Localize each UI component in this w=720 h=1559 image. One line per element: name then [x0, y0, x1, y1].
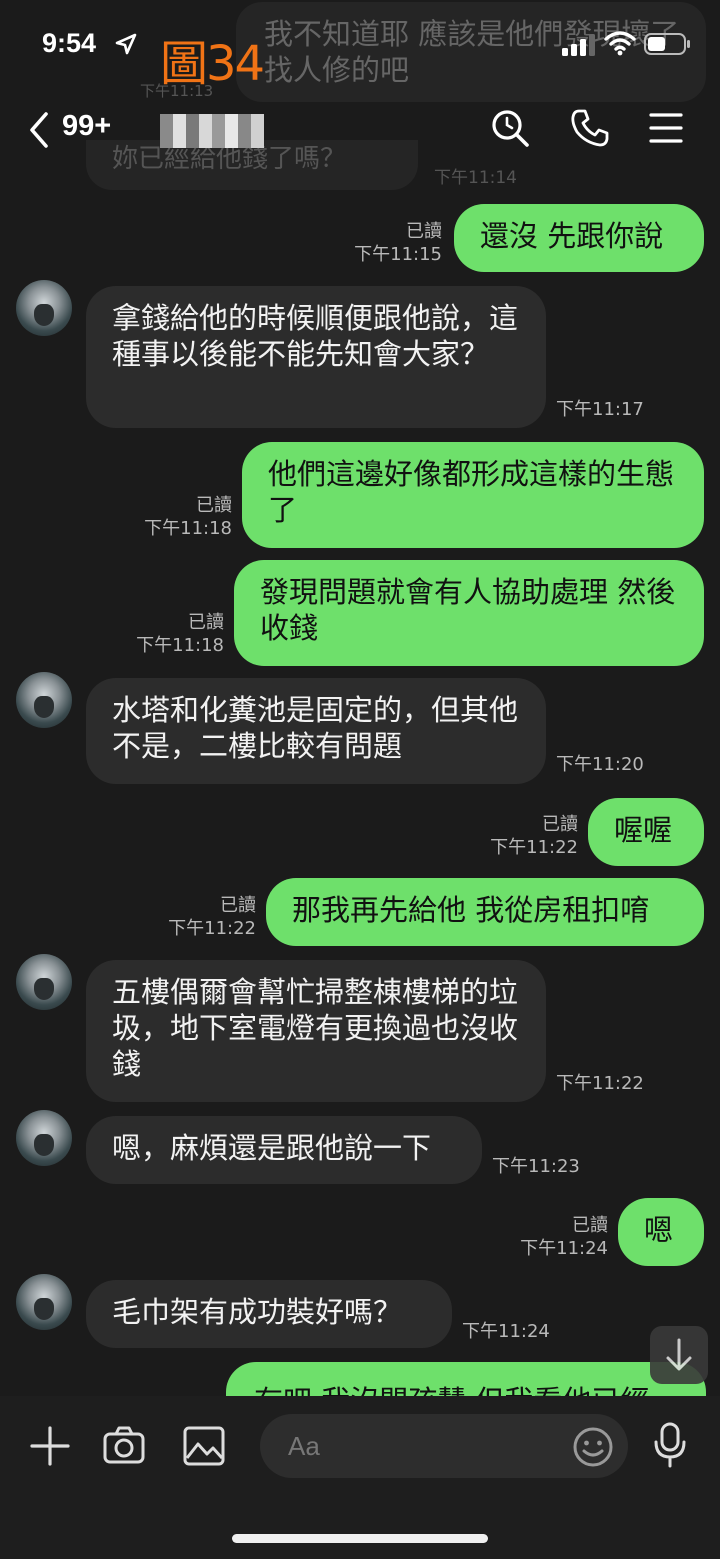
message-time: 下午11:22 [490, 837, 578, 858]
read-receipt: 已讀 [406, 221, 442, 242]
avatar[interactable] [16, 1274, 72, 1330]
ghost-previous-text: 我不知道耶 應該是他們發現壞了 找人修的吧 [264, 17, 680, 87]
message-time: 下午11:24 [520, 1238, 608, 1259]
message-bubble-outgoing[interactable]: 嗯 [618, 1198, 704, 1266]
message-time: 下午11:23 [492, 1156, 580, 1177]
clock: 9:54 [42, 28, 97, 58]
message-bubble-incoming[interactable]: 嗯，麻煩還是跟他說一下 [86, 1116, 482, 1184]
home-indicator [232, 1534, 488, 1543]
chevron-down-icon [666, 1338, 692, 1371]
avatar[interactable] [16, 1110, 72, 1166]
avatar[interactable] [16, 672, 72, 728]
emoji-icon[interactable] [572, 1426, 614, 1468]
message-time: 下午11:15 [354, 244, 442, 265]
message-time: 下午11:18 [136, 635, 224, 656]
ghost-second-time: 下午11:14 [434, 168, 517, 188]
read-receipt: 已讀 [188, 612, 224, 633]
status-bar: 我不知道耶 應該是他們發現壞了 找人修的吧 下午11:13 9:54 圖34 [0, 0, 720, 102]
avatar[interactable] [16, 954, 72, 1010]
avatar[interactable] [16, 280, 72, 336]
read-receipt: 已讀 [220, 895, 256, 916]
message-bubble-outgoing[interactable]: 那我再先給他 我從房租扣唷 [266, 878, 704, 946]
chat-header: 99+ [0, 98, 720, 162]
message-bubble-incoming[interactable]: 水塔和化糞池是固定的，但其他不是，二樓比較有問題 [86, 678, 546, 784]
message-bubble-outgoing[interactable]: 發現問題就會有人協助處理 然後收錢 [234, 560, 704, 666]
message-time: 下午11:20 [556, 754, 644, 775]
message-time: 下午11:22 [556, 1073, 644, 1094]
wifi-icon [604, 31, 636, 56]
read-receipt: 已讀 [542, 814, 578, 835]
search-icon[interactable] [490, 108, 530, 148]
battery-icon [644, 33, 690, 55]
message-bubble-incoming[interactable]: 毛巾架有成功裝好嗎？ [86, 1280, 452, 1348]
image-icon[interactable] [182, 1424, 226, 1468]
read-receipt: 已讀 [572, 1215, 608, 1236]
scroll-to-bottom-button[interactable] [650, 1326, 708, 1384]
message-bubble-outgoing[interactable]: 喔喔 [588, 798, 704, 866]
read-receipt: 已讀 [196, 495, 232, 516]
location-arrow-icon [115, 33, 137, 55]
contact-name-redacted [160, 114, 264, 148]
message-time: 下午11:22 [168, 918, 256, 939]
figure-label: 圖34 [160, 36, 265, 92]
camera-icon[interactable] [102, 1424, 146, 1468]
message-bubble-outgoing[interactable]: 還沒 先跟你說 [454, 204, 704, 272]
message-bubble-incoming[interactable]: 拿錢給他的時候順便跟他說，這種事以後能不能先知會大家？ [86, 286, 546, 428]
unread-count[interactable]: 99+ [62, 110, 111, 143]
message-time: 下午11:24 [462, 1321, 550, 1342]
message-time: 下午11:18 [144, 518, 232, 539]
plus-icon[interactable] [28, 1424, 72, 1468]
signal-icon [562, 34, 595, 56]
message-bubble-outgoing[interactable]: 他們這邊好像都形成這樣的生態了 [242, 442, 704, 548]
menu-icon[interactable] [648, 110, 684, 146]
back-chevron-icon[interactable] [26, 110, 52, 150]
message-bubble-incoming[interactable]: 五樓偶爾會幫忙掃整棟樓梯的垃圾，地下室電燈有更換過也沒收錢 [86, 960, 546, 1102]
message-input-bar [0, 1396, 720, 1559]
microphone-icon[interactable] [652, 1422, 688, 1468]
phone-icon[interactable] [570, 108, 610, 148]
message-time: 下午11:17 [556, 399, 644, 420]
